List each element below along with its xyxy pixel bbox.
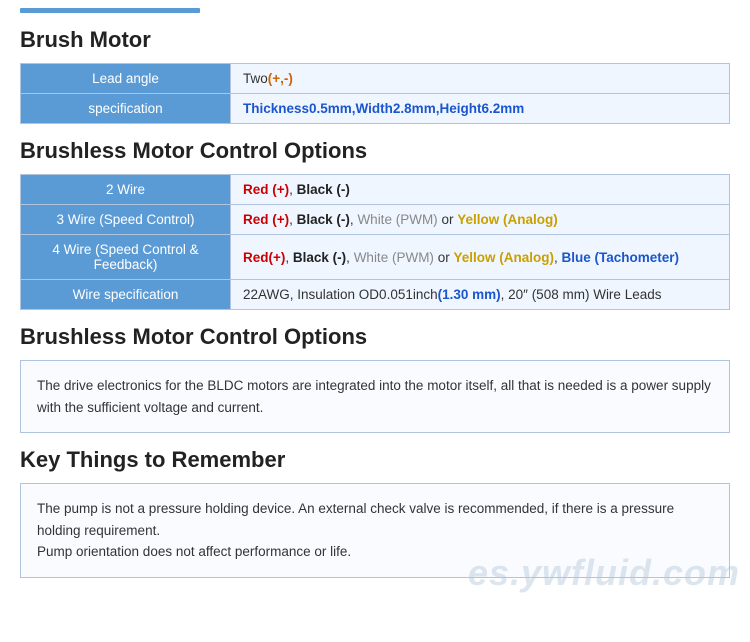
wire3-red: Red (+) [243, 212, 289, 227]
page-wrapper: Brush Motor Lead angle Two(+,-) specific… [0, 0, 750, 612]
wirespec-label: Wire specification [21, 280, 231, 310]
brush-motor-label-2: specification [21, 94, 231, 124]
spec-text: Thickness0.5mm,Width2.8mm,Height6.2mm [243, 101, 524, 116]
wire4-black: Black (-) [293, 250, 346, 265]
brush-motor-table: Lead angle Two(+,-) specification Thickn… [20, 63, 730, 124]
brush-motor-label-1: Lead angle [21, 64, 231, 94]
lead-angle-plus: (+,-) [268, 71, 293, 86]
wirespec-value: 22AWG, Insulation OD0.051inch(1.30 mm), … [231, 280, 730, 310]
wire3-value: Red (+), Black (-), White (PWM) or Yello… [231, 205, 730, 235]
wire3-black: Black (-) [297, 212, 350, 227]
wire2-black: Black (-) [297, 182, 350, 197]
wire4-sep1: , [285, 250, 293, 265]
wirespec-text: 22AWG, Insulation OD0.051inch [243, 287, 438, 302]
wire3-white: White (PWM) [357, 212, 437, 227]
wirespec-text2: , 20″ (508 mm) Wire Leads [501, 287, 662, 302]
wire4-sep2: , [346, 250, 354, 265]
table-row: Wire specification 22AWG, Insulation OD0… [21, 280, 730, 310]
wire3-label: 3 Wire (Speed Control) [21, 205, 231, 235]
brush-motor-value-1: Two(+,-) [231, 64, 730, 94]
wire2-label: 2 Wire [21, 175, 231, 205]
wire3-yellow: Yellow (Analog) [457, 212, 558, 227]
wire4-or: or [434, 250, 454, 265]
wire2-value: Red (+), Black (-) [231, 175, 730, 205]
wire4-blue: Blue (Tachometer) [561, 250, 679, 265]
wirespec-highlight: (1.30 mm) [438, 287, 501, 302]
wire3-sep1: , [289, 212, 297, 227]
table-row: specification Thickness0.5mm,Width2.8mm,… [21, 94, 730, 124]
lead-angle-text: Two [243, 71, 268, 86]
table-row: 2 Wire Red (+), Black (-) [21, 175, 730, 205]
wire2-red: Red (+) [243, 182, 289, 197]
table-row: 3 Wire (Speed Control) Red (+), Black (-… [21, 205, 730, 235]
wire4-white: White (PWM) [354, 250, 434, 265]
key-things-title: Key Things to Remember [20, 447, 730, 473]
key-things-line-2: Pump orientation does not affect perform… [37, 541, 713, 563]
key-things-line-1: The pump is not a pressure holding devic… [37, 498, 713, 541]
table-row: 4 Wire (Speed Control & Feedback) Red(+)… [21, 235, 730, 280]
brush-motor-value-2: Thickness0.5mm,Width2.8mm,Height6.2mm [231, 94, 730, 124]
brushless-description: The drive electronics for the BLDC motor… [20, 360, 730, 433]
table-row: Lead angle Two(+,-) [21, 64, 730, 94]
key-things-box: The pump is not a pressure holding devic… [20, 483, 730, 578]
wire4-value: Red(+), Black (-), White (PWM) or Yellow… [231, 235, 730, 280]
brush-motor-title: Brush Motor [20, 27, 730, 53]
wire3-or: or [438, 212, 458, 227]
brushless-title-1: Brushless Motor Control Options [20, 138, 730, 164]
wire4-label: 4 Wire (Speed Control & Feedback) [21, 235, 231, 280]
wire4-yellow: Yellow (Analog) [453, 250, 554, 265]
wire2-comma: , [289, 182, 297, 197]
brushless-table-1: 2 Wire Red (+), Black (-) 3 Wire (Speed … [20, 174, 730, 310]
wire4-red: Red(+) [243, 250, 285, 265]
top-bar [20, 8, 200, 13]
brushless-title-2: Brushless Motor Control Options [20, 324, 730, 350]
